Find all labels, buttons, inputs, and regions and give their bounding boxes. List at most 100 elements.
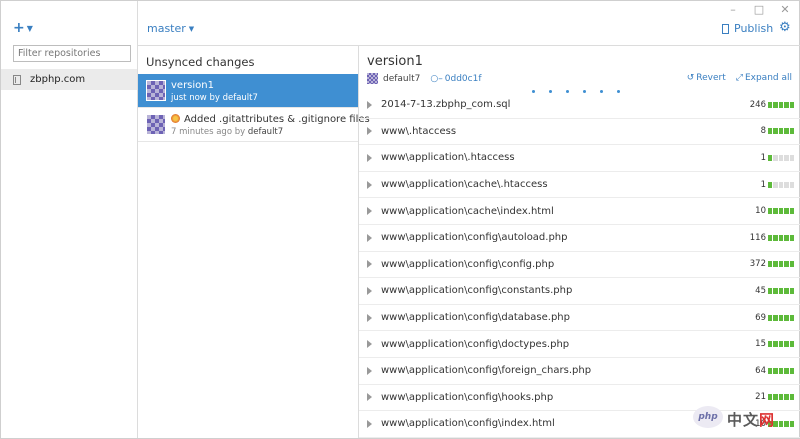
expand-arrow-icon[interactable] — [367, 100, 372, 109]
expand-arrow-icon[interactable] — [367, 127, 372, 136]
revert-icon: ↺ — [686, 73, 695, 83]
file-path: www\application\config\database.php — [381, 312, 570, 324]
diff-stat-block — [778, 341, 783, 348]
line-count: 21 — [755, 392, 766, 403]
revert-label: Revert — [696, 73, 726, 83]
line-count: 45 — [755, 285, 766, 296]
diff-stat-block — [778, 154, 783, 161]
diff-stat-block — [778, 367, 783, 374]
file-row[interactable]: www\application\cache\index.html 10 — [359, 198, 800, 225]
expand-arrow-icon[interactable] — [367, 233, 372, 242]
file-row[interactable]: www\application\cache\.htaccess 1 — [359, 172, 800, 199]
file-path: www\application\config\hooks.php — [381, 391, 554, 403]
diff-stat-block — [784, 341, 789, 348]
avatar — [146, 80, 166, 101]
filter-repositories-input[interactable] — [13, 45, 131, 62]
diff-stat-block — [778, 394, 783, 401]
file-path: www\.htaccess — [381, 125, 457, 137]
file-row[interactable]: www\application\config\config.php 372 — [359, 252, 800, 279]
diff-stat-block — [767, 234, 772, 241]
expand-arrow-icon[interactable] — [367, 393, 372, 402]
file-path: www\application\.htaccess — [381, 152, 515, 164]
commit-details-panel: version1 default7 ○– 0dd0c1f ↺ Revert ⤢ Exp… — [359, 46, 800, 438]
diff-stat-bars — [767, 394, 794, 401]
diff-stat-block — [784, 181, 789, 188]
diff-stat-block — [778, 181, 783, 188]
commit-meta: 7 minutes ago by default7 — [171, 127, 283, 137]
diff-stat-block — [789, 367, 794, 374]
diff-stat-block — [784, 314, 789, 321]
repository-name: zbphp.com — [30, 74, 86, 85]
expand-arrow-icon[interactable] — [367, 180, 372, 189]
sidebar-item-zbphp[interactable]: zbphp.com — [1, 69, 137, 90]
expand-arrow-icon[interactable] — [367, 313, 372, 322]
file-row[interactable]: www\.htaccess 8 — [359, 119, 800, 146]
diff-stat-block — [778, 261, 783, 268]
expand-arrow-icon[interactable] — [367, 260, 372, 269]
commit-author: default7 — [222, 93, 258, 103]
diff-stat-block — [789, 128, 794, 135]
diff-stat-block — [773, 234, 778, 241]
line-count: 372 — [749, 259, 766, 270]
diff-stat-block — [778, 208, 783, 215]
diff-stat-block — [773, 181, 778, 188]
file-row[interactable]: www\application\config\doctypes.php 15 — [359, 331, 800, 358]
diff-stat-bars — [767, 101, 794, 108]
file-path: www\application\config\constants.php — [381, 285, 573, 297]
minimize-icon[interactable]: – — [727, 3, 739, 16]
file-path: 2014-7-13.zbphp_com.sql — [381, 99, 511, 111]
file-path: www\application\cache\.htaccess — [381, 179, 548, 191]
file-row[interactable]: www\application\config\foreign_chars.php… — [359, 358, 800, 385]
expand-arrow-icon[interactable] — [367, 153, 372, 162]
diff-stat-block — [784, 154, 789, 161]
diff-stat-block — [789, 314, 794, 321]
expand-arrow-icon[interactable] — [367, 207, 372, 216]
diff-stat-block — [767, 314, 772, 321]
file-row[interactable]: www\application\.htaccess 1 — [359, 145, 800, 172]
php-cn-logo: php 中文网 — [693, 404, 791, 434]
add-repository-button[interactable]: + ▼ — [13, 20, 33, 36]
diff-stat-block — [767, 154, 772, 161]
file-path: www\application\config\config.php — [381, 258, 555, 270]
app-window: – □ ✕ +▼ zbphp.com master▼ Publish ⚙ Uns… — [0, 0, 800, 439]
diff-stat-block — [773, 314, 778, 321]
file-row[interactable]: 2014-7-13.zbphp_com.sql 246 — [359, 92, 800, 119]
gear-icon[interactable]: ⚙ — [779, 20, 791, 35]
commit-item-selected[interactable]: version1 just now by default7 — [138, 74, 358, 108]
close-icon[interactable]: ✕ — [779, 3, 791, 16]
publish-button[interactable]: Publish — [722, 22, 773, 35]
commit-item[interactable]: Added .gitattributes & .gitignore files … — [138, 108, 370, 142]
diff-stat-block — [784, 234, 789, 241]
commit-sha[interactable]: 0dd0c1f — [445, 74, 482, 84]
diff-stat-block — [773, 128, 778, 135]
commit-message: version1 — [171, 80, 214, 91]
diff-stat-block — [767, 128, 772, 135]
line-count: 116 — [749, 232, 766, 243]
expand-arrow-icon[interactable] — [367, 366, 372, 375]
file-row[interactable]: www\application\config\autoload.php 116 — [359, 225, 800, 252]
repository-sidebar: +▼ zbphp.com — [1, 1, 138, 438]
changed-files-list: 2014-7-13.zbphp_com.sql 246 www\.htaccess 8… — [359, 92, 800, 438]
diff-stat-block — [773, 367, 778, 374]
diff-stat-block — [767, 208, 772, 215]
expand-arrow-icon[interactable] — [367, 286, 372, 295]
diff-stat-block — [767, 181, 772, 188]
diff-stat-bars — [767, 314, 794, 321]
window-controls: – □ ✕ — [727, 3, 791, 16]
commit-time: 7 minutes ago by — [171, 127, 246, 137]
branch-selector[interactable]: master ▼ — [147, 22, 194, 35]
diff-stat-block — [784, 128, 789, 135]
diff-stat-bars — [767, 154, 794, 161]
diff-stat-block — [773, 287, 778, 294]
revert-button[interactable]: ↺ Revert — [687, 73, 726, 83]
diff-stat-block — [784, 208, 789, 215]
expand-arrow-icon[interactable] — [367, 340, 372, 349]
expand-all-button[interactable]: ⤢ Expand all — [736, 73, 792, 83]
diff-stat-bars — [767, 287, 794, 294]
file-row[interactable]: www\application\config\database.php 69 — [359, 305, 800, 332]
file-row[interactable]: www\application\config\constants.php 45 — [359, 278, 800, 305]
maximize-icon[interactable]: □ — [753, 3, 765, 16]
diff-stat-bars — [767, 341, 794, 348]
history-title: Unsynced changes — [146, 55, 255, 69]
expand-arrow-icon[interactable] — [367, 419, 372, 428]
